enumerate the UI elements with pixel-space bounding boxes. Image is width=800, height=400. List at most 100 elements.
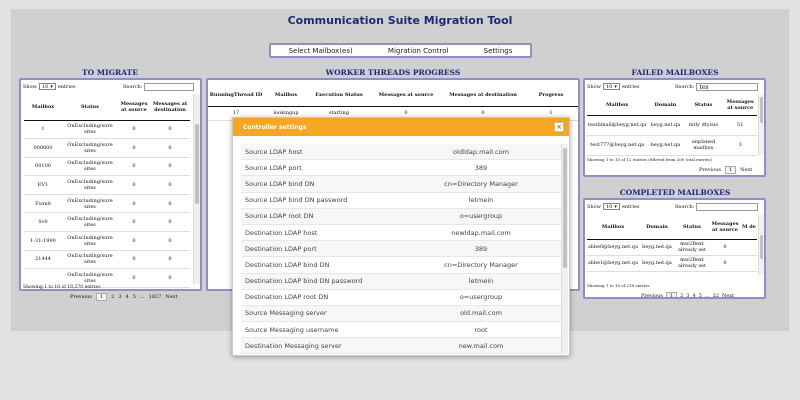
completed-table-wrap: Mailbox Domain Status Messages at source… — [587, 215, 757, 272]
table-row[interactable]: 1 OnExcluding/sure sites 0 0 — [24, 120, 190, 140]
column-header[interactable]: Messages at destination — [150, 94, 190, 121]
setting-value[interactable]: cn=Directory Manager — [409, 180, 565, 188]
column-header[interactable]: Mailbox — [24, 94, 62, 121]
search-input[interactable] — [144, 83, 195, 91]
to-migrate-panel: Show 10 ▾ entries Search: Mailbox Status … — [19, 78, 202, 291]
column-header[interactable]: Status — [675, 215, 709, 240]
table-row[interactable]: sbbe0@beyg.net.qa beyg.net.qa mw2Bext alre… — [587, 239, 757, 256]
pager-next[interactable]: Next — [740, 167, 752, 173]
setting-key: Source LDAP root DN — [245, 212, 314, 221]
setting-value[interactable]: newldap.mail.com — [409, 229, 565, 237]
table-row[interactable]: sbbe1@beyg.net.qa beyg.net.qa mw2Bext alre… — [587, 255, 757, 272]
table-row[interactable]: testlimail@beyg.net.qa beyg.net.qa mtly dt… — [587, 115, 757, 136]
column-header[interactable]: RunningThread ID — [208, 84, 264, 107]
setting-key: Source LDAP host — [245, 147, 303, 156]
column-header[interactable]: Mailbox — [264, 84, 308, 107]
table-row[interactable]: 21444 OnExcluding/sure sites 0 0 — [24, 250, 190, 270]
column-header[interactable]: Status — [683, 95, 724, 116]
pager-next[interactable]: Next — [722, 293, 734, 297]
setting-value[interactable]: oldldap.mail.com — [409, 148, 565, 156]
setting-key: Destination Messaging server — [245, 341, 342, 350]
completed-scrollbar[interactable] — [758, 215, 764, 275]
scrollbar-thumb[interactable] — [563, 148, 567, 268]
setting-value[interactable]: cn=Directory Manager — [409, 261, 565, 269]
column-header[interactable]: Progress — [524, 84, 578, 107]
pager-next[interactable]: Next — [165, 294, 177, 300]
column-header[interactable]: Execution Status — [308, 84, 370, 107]
pager-previous[interactable]: Previous — [641, 293, 663, 297]
setting-value[interactable]: letmein — [409, 277, 565, 285]
table-row[interactable]: EV1 OnExcluding/sure sites 0 0 — [24, 175, 190, 195]
scrollbar-thumb[interactable] — [760, 235, 763, 259]
table-row[interactable]: test777@beyg.net.qa beyg.net.qa unplaned m… — [587, 135, 757, 156]
modal-scrollbar[interactable] — [561, 144, 568, 354]
nav-select-mailboxes[interactable]: Select Mailbox(es) — [289, 47, 353, 55]
setting-row: Destination Messaging server new.mail.com — [241, 338, 565, 354]
column-header[interactable]: Domain — [647, 95, 684, 116]
pager-page[interactable]: 1827 — [149, 294, 162, 300]
cell: 0 — [118, 157, 150, 177]
pager-page[interactable]: 1 — [95, 293, 108, 301]
table-row[interactable]: 1-31-1990 OnExcluding/sure sites 0 0 — [24, 231, 190, 251]
column-header[interactable]: Messages at destination — [442, 84, 524, 107]
show-label: Show — [587, 203, 601, 210]
setting-value[interactable]: old.mail.com — [409, 309, 565, 317]
column-header[interactable]: Mailbox — [587, 215, 639, 240]
setting-value[interactable]: o=usergroup — [409, 212, 565, 220]
to-migrate-scrollbar[interactable] — [193, 94, 200, 284]
scrollbar-thumb[interactable] — [760, 97, 763, 123]
setting-value[interactable]: letmein — [409, 196, 565, 204]
cell: mw2Bext already set — [675, 255, 709, 272]
pager-page[interactable]: 1 — [665, 292, 678, 297]
search-input[interactable] — [696, 203, 759, 211]
column-header[interactable]: Status — [62, 94, 118, 121]
nav-settings[interactable]: Settings — [484, 47, 513, 55]
column-header[interactable]: Domain — [639, 215, 675, 240]
setting-value[interactable]: root — [409, 326, 565, 334]
search-input[interactable]: tes — [696, 83, 759, 91]
close-icon[interactable]: × — [554, 122, 564, 132]
column-header[interactable]: Messages at source — [709, 215, 741, 240]
pager-page[interactable]: 1 — [724, 166, 737, 174]
column-header[interactable]: Messages at source — [723, 95, 757, 116]
pager-previous[interactable]: Previous — [699, 167, 721, 173]
column-header[interactable]: Mailbox — [587, 95, 648, 116]
worker-threads-table: RunningThread ID Mailbox Execution Statu… — [208, 84, 578, 121]
top-nav: Select Mailbox(es) Migration Control Set… — [269, 43, 532, 58]
pager-page[interactable]: 2 — [111, 294, 114, 300]
pager-page[interactable]: 2 — [680, 293, 683, 297]
pager-page[interactable]: 5 — [699, 293, 702, 297]
setting-row: Source Messaging server old.mail.com — [241, 305, 565, 323]
setting-value[interactable]: 389 — [409, 164, 565, 172]
pager-previous[interactable]: Previous — [70, 294, 92, 300]
pager-page[interactable]: 22 — [713, 293, 719, 297]
failed-scrollbar[interactable] — [758, 95, 764, 155]
nav-migration-control[interactable]: Migration Control — [388, 47, 449, 55]
table-row[interactable]: Fwm0 OnExcluding/sure sites 0 0 — [24, 194, 190, 214]
table-row[interactable]: 00100 OnExcluding/sure sites 0 0 — [24, 157, 190, 177]
pager-page[interactable]: 5 — [133, 294, 136, 300]
column-header[interactable]: Messages at source — [118, 94, 150, 121]
setting-value[interactable]: o=usergroup — [409, 293, 565, 301]
failed-pager: Previous 1 Next — [699, 166, 752, 174]
pager-page[interactable]: 4 — [126, 294, 129, 300]
to-migrate-table: Mailbox Status Messages at source Messag… — [24, 94, 190, 288]
column-header[interactable]: Messages at source — [370, 84, 442, 107]
pager-page[interactable]: 3 — [118, 294, 121, 300]
to-migrate-info: Showing 1 to 10 of 18,270 entries — [23, 285, 101, 290]
table-row[interactable]: Sv0 OnExcluding/sure sites 0 0 — [24, 212, 190, 233]
pager-page[interactable]: 3 — [686, 293, 689, 297]
setting-value[interactable]: 389 — [409, 245, 565, 253]
setting-value[interactable]: new.mail.com — [409, 342, 565, 350]
page-length-select[interactable]: 10 ▾ — [602, 83, 620, 90]
table-row[interactable]: 000000 OnExcluding/sure sites 0 0 — [24, 138, 190, 158]
column-header[interactable]: M de — [741, 215, 757, 240]
cell: OnExcluding/sure sites — [62, 194, 118, 214]
pager-page[interactable]: 4 — [693, 293, 696, 297]
page-length-select[interactable]: 10 ▾ — [38, 83, 56, 90]
cell: Sv0 — [24, 212, 62, 233]
app-title: Communication Suite Migration Tool — [287, 14, 513, 27]
page-length-select[interactable]: 10 ▾ — [602, 203, 620, 210]
scrollbar-thumb[interactable] — [195, 124, 199, 204]
setting-row: Destination LDAP port 389 — [241, 241, 565, 258]
